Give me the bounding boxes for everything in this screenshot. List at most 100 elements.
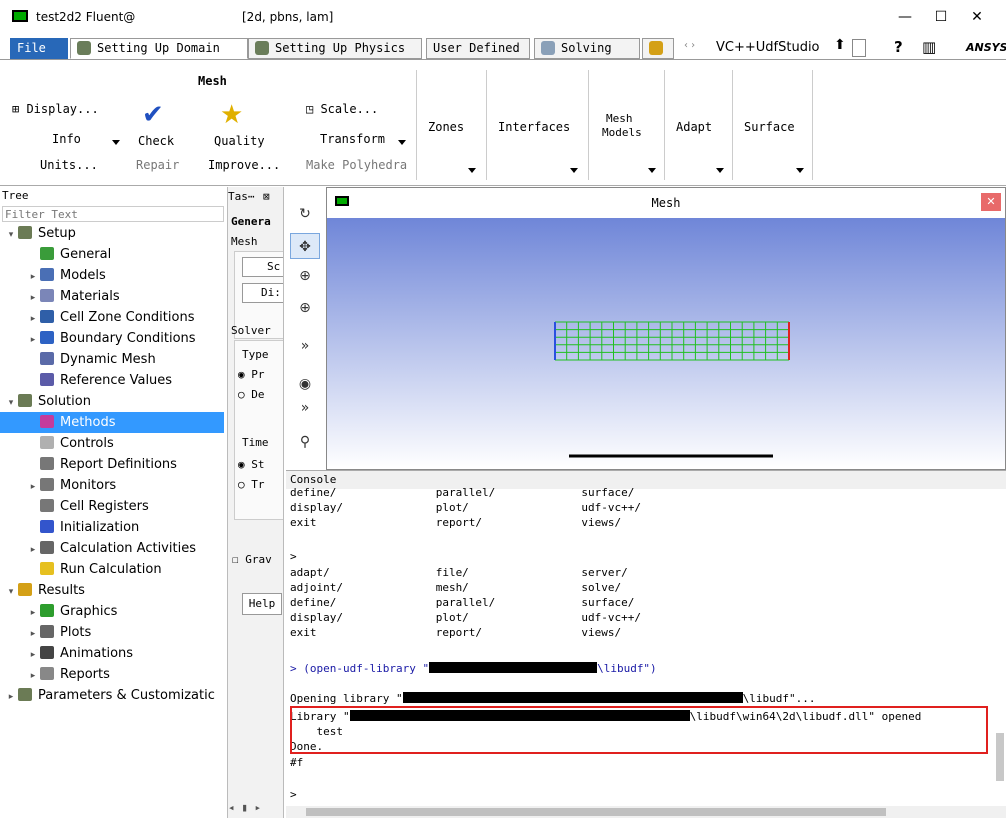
tree-item-animations[interactable]: ▸ Animations: [0, 643, 224, 664]
make-polyhedra-button[interactable]: Make Polyhedra: [306, 158, 407, 172]
tab-setting-up-domain[interactable]: Setting Up Domain: [70, 38, 248, 59]
display-button[interactable]: ⊞ Display...: [12, 102, 99, 116]
tree-item-cell-registers[interactable]: Cell Registers: [0, 496, 224, 517]
tree-item-run-calculation[interactable]: Run Calculation: [0, 559, 224, 580]
expand-toggle-icon[interactable]: ▸: [26, 603, 40, 624]
tree-item-parameters-customizatic[interactable]: ▸ Parameters & Customizatic: [0, 685, 224, 706]
info-button[interactable]: Info: [52, 132, 81, 146]
vc-udf-studio-tab[interactable]: VC++UdfStudio: [716, 40, 820, 55]
expand-toggle-icon[interactable]: ▸: [26, 309, 40, 330]
transform-button[interactable]: Transform: [320, 132, 385, 146]
tab-scroll-arrows[interactable]: ‹ ›: [684, 40, 695, 51]
repair-button[interactable]: Repair: [136, 158, 179, 172]
tab-file[interactable]: File: [10, 38, 68, 59]
expand-toggle-icon[interactable]: ▸: [26, 645, 40, 666]
tree-item-setup[interactable]: ▾ Setup: [0, 223, 224, 244]
density-based-radio[interactable]: ○ De: [238, 388, 265, 401]
tree-item-calculation-activities[interactable]: ▸ Calculation Activities: [0, 538, 224, 559]
adapt-button[interactable]: Adapt: [676, 120, 712, 134]
expand-toggle-icon[interactable]: ▸: [26, 666, 40, 687]
tree-item-controls[interactable]: Controls: [0, 433, 224, 454]
zoom-icon[interactable]: ⊕: [290, 263, 320, 289]
mesh-display-button[interactable]: Di:: [242, 283, 283, 303]
tree-item-reference-values[interactable]: Reference Values: [0, 370, 224, 391]
scale-button[interactable]: ◳ Scale...: [306, 102, 378, 116]
mesh-canvas[interactable]: [327, 218, 1005, 469]
tab-setting-up-physics[interactable]: Setting Up Physics: [248, 38, 422, 59]
console-hscrollbar[interactable]: [286, 806, 1006, 818]
console-vscroll-thumb[interactable]: [996, 733, 1004, 781]
tree-item-results[interactable]: ▾ Results: [0, 580, 224, 601]
interfaces-button[interactable]: Interfaces: [498, 120, 570, 134]
quality-star-icon[interactable]: ★: [220, 100, 243, 130]
collapse-ribbon-icon[interactable]: ⬆: [834, 37, 846, 53]
tree-item-monitors[interactable]: ▸ Monitors: [0, 475, 224, 496]
more-tools-icon[interactable]: »: [290, 333, 320, 359]
task-help-button[interactable]: Help: [242, 593, 282, 615]
tree-item-reports[interactable]: ▸ Reports: [0, 664, 224, 685]
mesh-models-dropdown-icon[interactable]: [648, 168, 656, 173]
expand-toggle-icon[interactable]: ▾: [4, 225, 18, 246]
maximize-button[interactable]: ☐: [926, 6, 956, 28]
close-button[interactable]: ✕: [962, 6, 992, 28]
tree-item-materials[interactable]: ▸ Materials: [0, 286, 224, 307]
tree-filter-input[interactable]: [2, 206, 224, 222]
tree-item-boundary-conditions[interactable]: ▸ Boundary Conditions: [0, 328, 224, 349]
layout-icon[interactable]: ▥: [922, 38, 936, 56]
help-icon[interactable]: ?: [894, 38, 903, 56]
tree-item-cell-zone-conditions[interactable]: ▸ Cell Zone Conditions: [0, 307, 224, 328]
info-dropdown-icon[interactable]: [112, 140, 120, 145]
tree-item-general[interactable]: General: [0, 244, 224, 265]
probe-icon[interactable]: ⚲: [290, 429, 320, 455]
zones-button[interactable]: Zones: [428, 120, 464, 134]
expand-toggle-icon[interactable]: ▸: [26, 267, 40, 288]
expand-toggle-icon[interactable]: ▸: [26, 330, 40, 351]
tree-item-dynamic-mesh[interactable]: Dynamic Mesh: [0, 349, 224, 370]
hscroll-thumb[interactable]: [306, 808, 886, 816]
units-button[interactable]: Units...: [40, 158, 98, 172]
tree-item-graphics[interactable]: ▸ Graphics: [0, 601, 224, 622]
zoom-to-fit-icon[interactable]: ◉: [290, 371, 320, 397]
task-scroll-arrows[interactable]: ◂ ▮ ▸: [228, 801, 261, 814]
expand-toggle-icon[interactable]: ▸: [26, 288, 40, 309]
transient-radio[interactable]: ○ Tr: [238, 478, 265, 491]
adapt-dropdown-icon[interactable]: [716, 168, 724, 173]
tree-item-solution[interactable]: ▾ Solution: [0, 391, 224, 412]
mesh-models-line1[interactable]: Mesh: [606, 112, 633, 125]
improve-button[interactable]: Improve...: [208, 158, 280, 172]
zoom-in-icon[interactable]: ⊕: [290, 295, 320, 321]
expand-toggle-icon[interactable]: ▸: [26, 477, 40, 498]
expand-toggle-icon[interactable]: ▸: [4, 687, 18, 708]
steady-radio[interactable]: ◉ St: [238, 458, 265, 471]
mesh-models-line2[interactable]: Models: [602, 126, 642, 139]
rotate-icon[interactable]: ↻: [290, 201, 320, 227]
ribbon-toggle-box[interactable]: [852, 39, 866, 57]
tab-results[interactable]: [642, 38, 674, 59]
expand-toggle-icon[interactable]: ▸: [26, 540, 40, 561]
check-button[interactable]: Check: [138, 134, 174, 148]
expand-toggle-icon[interactable]: ▸: [26, 624, 40, 645]
tab-user-defined[interactable]: User Defined: [426, 38, 530, 59]
transform-dropdown-icon[interactable]: [398, 140, 406, 145]
more-tools-icon[interactable]: »: [290, 395, 320, 421]
tree-item-models[interactable]: ▸ Models: [0, 265, 224, 286]
zones-dropdown-icon[interactable]: [468, 168, 476, 173]
task-page-close-icon[interactable]: ⊠: [263, 190, 270, 203]
mesh-window-close-button[interactable]: ✕: [981, 193, 1001, 211]
minimize-button[interactable]: —: [890, 6, 920, 28]
gravity-checkbox[interactable]: ☐ Grav: [232, 553, 272, 566]
interfaces-dropdown-icon[interactable]: [570, 168, 578, 173]
tree-item-initialization[interactable]: Initialization: [0, 517, 224, 538]
tree-item-methods[interactable]: Methods: [0, 412, 224, 433]
check-mark-icon[interactable]: ✔: [142, 100, 164, 130]
pressure-based-radio[interactable]: ◉ Pr: [238, 368, 265, 381]
expand-toggle-icon[interactable]: ▾: [4, 393, 18, 414]
expand-toggle-icon[interactable]: ▾: [4, 582, 18, 603]
pan-icon[interactable]: ✥: [290, 233, 320, 259]
quality-button[interactable]: Quality: [214, 134, 265, 148]
surface-dropdown-icon[interactable]: [796, 168, 804, 173]
mesh-scale-button[interactable]: Sc: [242, 257, 283, 277]
tab-solving[interactable]: Solving: [534, 38, 640, 59]
tree-item-plots[interactable]: ▸ Plots: [0, 622, 224, 643]
tree-item-report-definitions[interactable]: Report Definitions: [0, 454, 224, 475]
